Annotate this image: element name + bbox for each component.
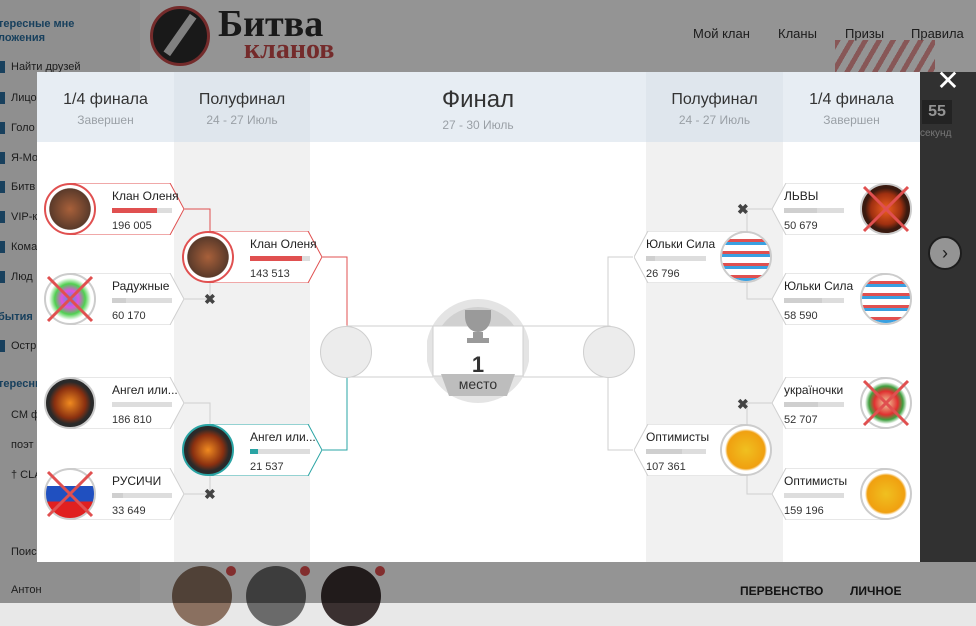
team-name: Юльки Сила (784, 279, 854, 293)
score-bar (784, 208, 844, 213)
team-score: 60 170 (112, 310, 146, 322)
eliminated-cross-icon (46, 470, 94, 518)
team-card-lq1[interactable]: Клан Оленя 196 005 (44, 183, 184, 235)
place-label: место (458, 376, 498, 392)
lost-mark-icon: ✖ (204, 486, 216, 502)
team-score: 52 707 (784, 414, 818, 426)
avatar (44, 377, 96, 429)
team-card-rq4[interactable]: Оптимисты 159 196 (772, 468, 912, 520)
score-bar (250, 256, 310, 261)
avatar (860, 273, 912, 325)
team-score: 50 679 (784, 220, 818, 232)
team-score: 159 196 (784, 505, 824, 517)
team-card-ls1[interactable]: Клан Оленя 143 513 (182, 231, 322, 283)
team-name: Клан Оленя (250, 237, 317, 251)
score-bar (784, 402, 844, 407)
close-icon[interactable]: ✕ (936, 66, 960, 96)
eliminated-cross-icon (46, 275, 94, 323)
team-name: україночки (784, 383, 844, 397)
team-name: РУСИЧИ (112, 474, 162, 488)
team-score: 58 590 (784, 310, 818, 322)
team-name: Клан Оленя (112, 189, 179, 203)
score-bar (112, 298, 172, 303)
score-bar (646, 449, 706, 454)
team-score: 186 810 (112, 414, 152, 426)
team-name: Ангел или... (250, 430, 316, 444)
lost-mark-icon: ✖ (737, 201, 749, 217)
lost-mark-icon: ✖ (204, 291, 216, 307)
team-score: 21 537 (250, 461, 284, 473)
team-name: Оптимисты (646, 430, 710, 444)
team-card-rq1[interactable]: ЛЬВЫ 50 679 (772, 183, 912, 235)
score-bar (112, 208, 172, 213)
team-card-rq2[interactable]: Юльки Сила 58 590 (772, 273, 912, 325)
bracket-line (607, 256, 633, 326)
bracket-line (322, 377, 348, 451)
team-score: 143 513 (250, 268, 290, 280)
team-card-rs1[interactable]: Юльки Сила 26 796 (634, 231, 774, 283)
team-name: ЛЬВЫ (784, 189, 819, 203)
score-bar (250, 449, 310, 454)
score-bar (784, 298, 844, 303)
final-slot-left (320, 326, 372, 378)
team-score: 196 005 (112, 220, 152, 232)
bracket-modal: 1/4 финала Завершен Полуфинал 24 - 27 Ию… (37, 72, 920, 562)
podium: 1 место (426, 296, 530, 406)
final-slot-right (583, 326, 635, 378)
team-card-rq3[interactable]: україночки 52 707 (772, 377, 912, 429)
trophy-icon (465, 310, 491, 343)
avatar (44, 183, 96, 235)
team-name: Юльки Сила (646, 237, 716, 251)
team-name: Ангел или... (112, 383, 178, 397)
score-bar (646, 256, 706, 261)
bracket-line (607, 377, 633, 451)
eliminated-cross-icon (862, 379, 910, 427)
avatar (182, 231, 234, 283)
team-card-lq3[interactable]: Ангел или... 186 810 (44, 377, 184, 429)
avatar (720, 231, 772, 283)
team-name: Радужные (112, 279, 170, 293)
team-card-lq4[interactable]: РУСИЧИ 33 649 (44, 468, 184, 520)
team-score: 33 649 (112, 505, 146, 517)
team-name: Оптимисты (784, 474, 848, 488)
team-score: 26 796 (646, 268, 680, 280)
team-card-ls2[interactable]: Ангел или... 21 537 (182, 424, 322, 476)
avatar (182, 424, 234, 476)
eliminated-cross-icon (862, 185, 910, 233)
place-number: 1 (471, 352, 485, 377)
team-card-lq2[interactable]: Радужные 60 170 (44, 273, 184, 325)
score-bar (112, 493, 172, 498)
lost-mark-icon: ✖ (737, 396, 749, 412)
avatar (860, 468, 912, 520)
score-bar (112, 402, 172, 407)
bracket-line (322, 256, 348, 326)
team-score: 107 361 (646, 461, 686, 473)
avatar (720, 424, 772, 476)
team-card-rs2[interactable]: Оптимисты 107 361 (634, 424, 774, 476)
score-bar (784, 493, 844, 498)
